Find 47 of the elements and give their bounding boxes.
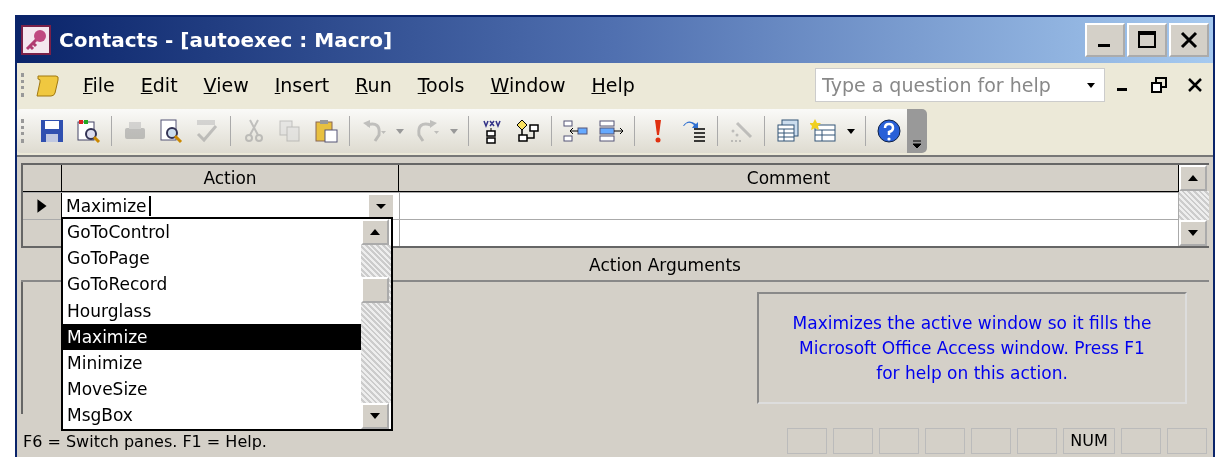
column-header[interactable]: Action: [62, 165, 399, 191]
status-panel: [787, 428, 827, 454]
status-panel: [833, 428, 873, 454]
help-text: Maximizes the active window so it fills the Microsoft Office Access window. Press F1 for help on this action.: [791, 311, 1153, 385]
close-button[interactable]: [1169, 23, 1209, 57]
maximize-icon[interactable]: [1137, 30, 1157, 50]
column-header[interactable]: Comment: [399, 165, 1179, 191]
help-search-field[interactable]: Type a question for help: [815, 68, 1105, 102]
close-icon[interactable]: [1187, 77, 1203, 93]
caret-icon[interactable]: [1086, 80, 1096, 90]
row-selector[interactable]: [23, 220, 62, 246]
status-panel: [1121, 428, 1161, 454]
scroll-thumb[interactable]: [361, 277, 389, 303]
menu-item[interactable]: Insert: [261, 74, 343, 96]
menu-item[interactable]: Tools: [404, 74, 478, 96]
status-text: F6 = Switch panes. F1 = Help.: [23, 431, 267, 451]
list-option[interactable]: Hourglass: [63, 297, 361, 324]
status-indicator: NUM: [1063, 428, 1115, 454]
status-panel: [1167, 428, 1207, 454]
menu-item[interactable]: Window: [477, 74, 579, 96]
status-panel: [971, 428, 1011, 454]
window-title: Contacts - [autoexec : Macro]: [59, 28, 393, 52]
menu-item[interactable]: File: [70, 74, 128, 96]
maximize-button[interactable]: [1127, 23, 1167, 57]
dropdown-button[interactable]: [369, 195, 393, 217]
header-selector[interactable]: [23, 165, 62, 191]
menu-item[interactable]: View: [190, 74, 262, 96]
list-option[interactable]: Maximize: [63, 323, 361, 350]
menu-item[interactable]: Edit: [127, 74, 191, 96]
toolbar-options-button[interactable]: [907, 109, 927, 153]
status-panel: [879, 428, 919, 454]
status-panel: [1017, 428, 1057, 454]
row-selector[interactable]: [23, 193, 62, 219]
menu-item[interactable]: Help: [578, 74, 648, 96]
list-option[interactable]: Minimize: [63, 349, 361, 377]
key-app-icon: [21, 25, 51, 55]
close-icon[interactable]: [1179, 30, 1199, 50]
status-panel: [925, 428, 965, 454]
restore-icon[interactable]: [1151, 77, 1167, 93]
caret-icon[interactable]: [846, 126, 856, 136]
minimize-button[interactable]: [1085, 23, 1125, 57]
scrollbar[interactable]: [1179, 165, 1209, 246]
list-option[interactable]: GoToControl: [63, 219, 361, 246]
caret-icon[interactable]: [912, 139, 922, 149]
list-option[interactable]: MsgBox: [63, 402, 361, 429]
list-option[interactable]: MoveSize: [63, 376, 361, 403]
menu-item[interactable]: Run: [342, 74, 405, 96]
